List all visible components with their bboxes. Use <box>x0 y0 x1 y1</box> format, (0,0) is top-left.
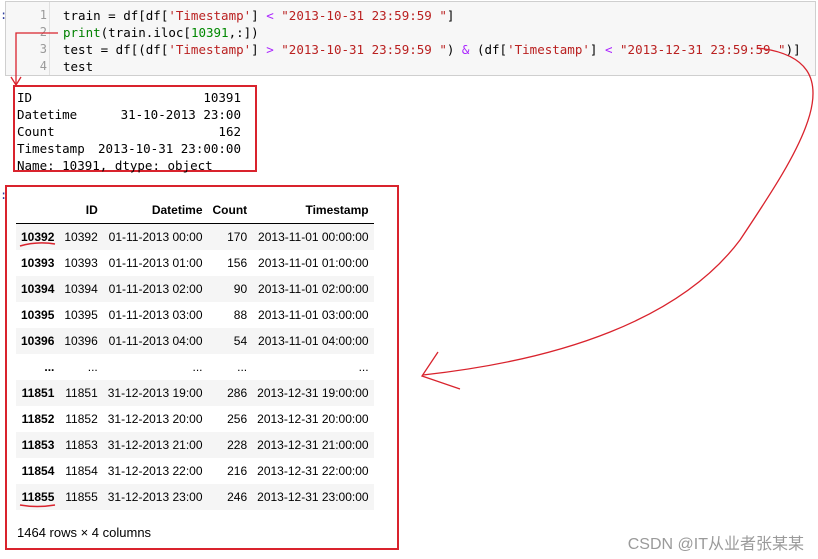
last-index-underline <box>19 504 56 508</box>
annotation-overlay <box>10 32 814 508</box>
test-annotation-arrow <box>422 47 814 376</box>
first-index-underline <box>19 242 56 247</box>
print-annotation-arrow <box>15 32 58 84</box>
